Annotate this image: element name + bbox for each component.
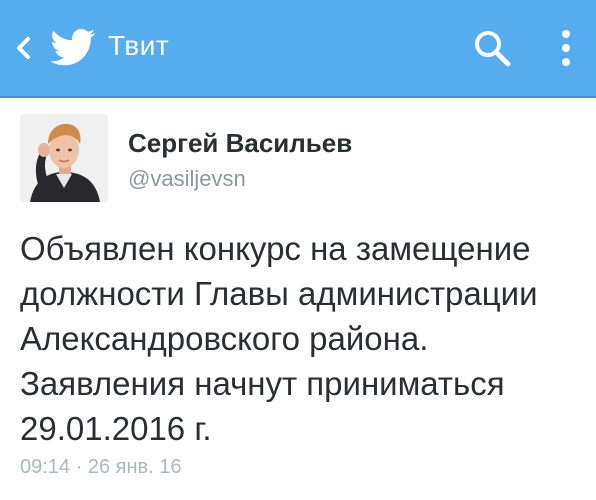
app-bar-divider xyxy=(0,96,596,98)
page-title: Твит xyxy=(108,30,170,61)
tweet-timestamp[interactable]: 09:14 · 26 янв. 16 xyxy=(20,456,181,479)
tweet-text: Объявлен конкурс на замещение должности … xyxy=(20,226,585,451)
avatar-photo xyxy=(20,114,108,202)
tweet-text-line: Объявлен конкурс на замещение xyxy=(20,230,531,267)
tweet-text-line: 29.01.2016 г. xyxy=(20,410,212,447)
tweet-text-line: должности Главы администрации xyxy=(20,275,538,312)
more-options-button[interactable] xyxy=(548,24,584,72)
avatar[interactable] xyxy=(20,114,108,202)
twitter-bird-icon xyxy=(50,29,96,66)
search-button[interactable] xyxy=(470,26,516,70)
author-handle[interactable]: @vasiljevsn xyxy=(128,166,246,192)
app-bar: Твит xyxy=(0,0,596,96)
author-name[interactable]: Сергей Васильев xyxy=(128,128,352,159)
more-vertical-icon xyxy=(562,30,570,66)
tweet-text-line: Заявления начнут приниматься xyxy=(20,365,505,402)
chevron-left-icon xyxy=(17,37,30,59)
back-button[interactable] xyxy=(6,26,102,70)
search-icon xyxy=(475,31,511,67)
tweet-text-line: Александровского района. xyxy=(20,320,429,357)
